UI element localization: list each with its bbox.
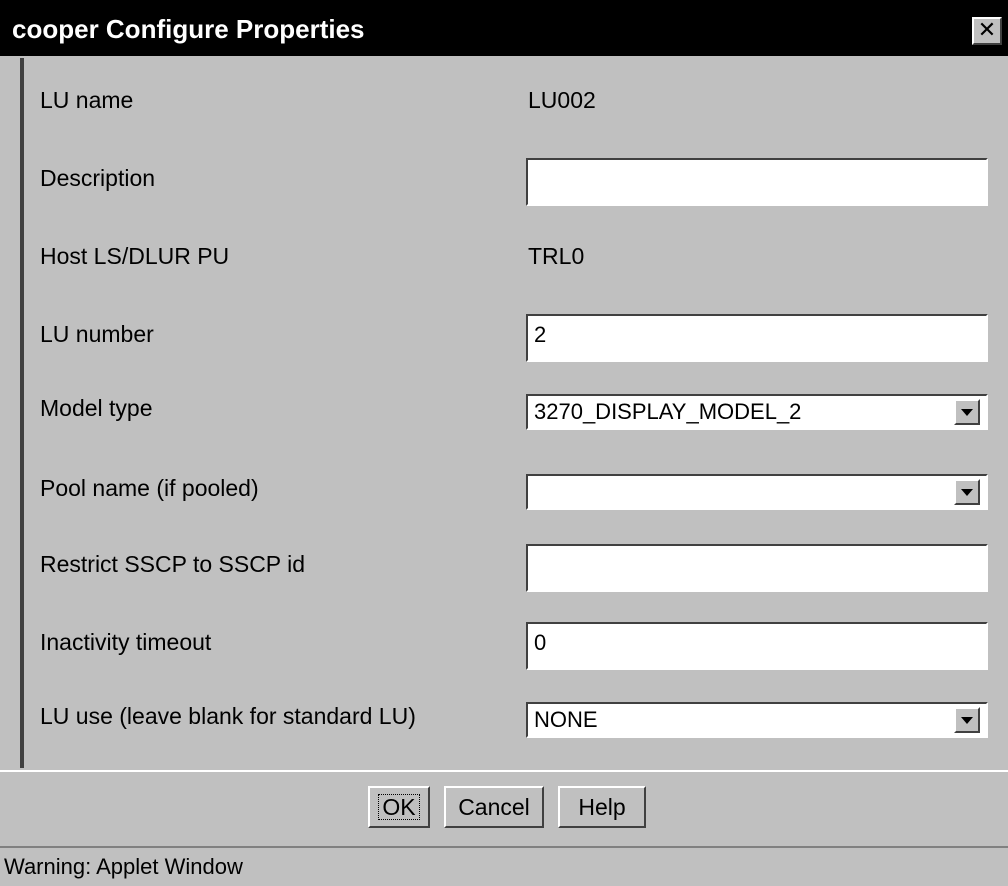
- ok-button-label: OK: [378, 794, 420, 820]
- chevron-down-icon[interactable]: [954, 479, 980, 505]
- status-warning-text: Warning: Applet Window: [4, 854, 243, 879]
- model-type-value: 3270_DISPLAY_MODEL_2: [534, 399, 802, 424]
- title-bar[interactable]: cooper Configure Properties ✕: [0, 0, 1008, 56]
- lu-number-label: LU number: [40, 321, 154, 347]
- chevron-down-icon[interactable]: [954, 399, 980, 425]
- description-label: Description: [40, 165, 156, 191]
- lu-use-select[interactable]: NONE: [526, 702, 988, 738]
- row-lu-use: LU use (leave blank for standard LU) NON…: [24, 686, 1008, 746]
- status-bar: Warning: Applet Window: [0, 846, 1008, 886]
- pool-name-select[interactable]: [526, 474, 988, 510]
- button-bar: OK Cancel Help: [0, 770, 1008, 840]
- row-host: Host LS/DLUR PU TRL0: [24, 226, 1008, 286]
- description-field[interactable]: [526, 158, 988, 206]
- pool-name-label: Pool name (if pooled): [40, 475, 259, 501]
- configure-properties-window: cooper Configure Properties ✕ LU name LU…: [0, 0, 1008, 886]
- close-icon: ✕: [977, 17, 997, 42]
- inactivity-timeout-field[interactable]: 0: [526, 622, 988, 670]
- row-pool-name: Pool name (if pooled): [24, 458, 1008, 518]
- lu-name-label: LU name: [40, 87, 134, 113]
- close-button[interactable]: ✕: [972, 17, 1002, 45]
- row-lu-number: LU number 2: [24, 304, 1008, 364]
- restrict-sscp-label: Restrict SSCP to SSCP id: [40, 551, 306, 577]
- restrict-sscp-field[interactable]: [526, 544, 988, 592]
- lu-use-label: LU use (leave blank for standard LU): [40, 703, 416, 729]
- cancel-button[interactable]: Cancel: [444, 786, 544, 828]
- inactivity-timeout-label: Inactivity timeout: [40, 629, 212, 655]
- lu-use-value: NONE: [534, 707, 598, 732]
- chevron-down-icon[interactable]: [954, 707, 980, 733]
- row-description: Description: [24, 148, 1008, 208]
- model-type-select[interactable]: 3270_DISPLAY_MODEL_2: [526, 394, 988, 430]
- host-label: Host LS/DLUR PU: [40, 243, 230, 269]
- row-restrict-sscp: Restrict SSCP to SSCP id: [24, 534, 1008, 594]
- ok-button[interactable]: OK: [368, 786, 430, 828]
- row-model-type: Model type 3270_DISPLAY_MODEL_2: [24, 378, 1008, 438]
- row-inactivity-timeout: Inactivity timeout 0: [24, 612, 1008, 672]
- model-type-label: Model type: [40, 395, 153, 421]
- window-title: cooper Configure Properties: [12, 14, 365, 44]
- properties-form: LU name LU002 Description Host LS/DLUR P…: [20, 58, 1008, 768]
- host-value: TRL0: [528, 243, 585, 269]
- lu-number-field[interactable]: 2: [526, 314, 988, 362]
- lu-name-value: LU002: [528, 87, 596, 113]
- row-lu-name: LU name LU002: [24, 70, 1008, 130]
- help-button[interactable]: Help: [558, 786, 646, 828]
